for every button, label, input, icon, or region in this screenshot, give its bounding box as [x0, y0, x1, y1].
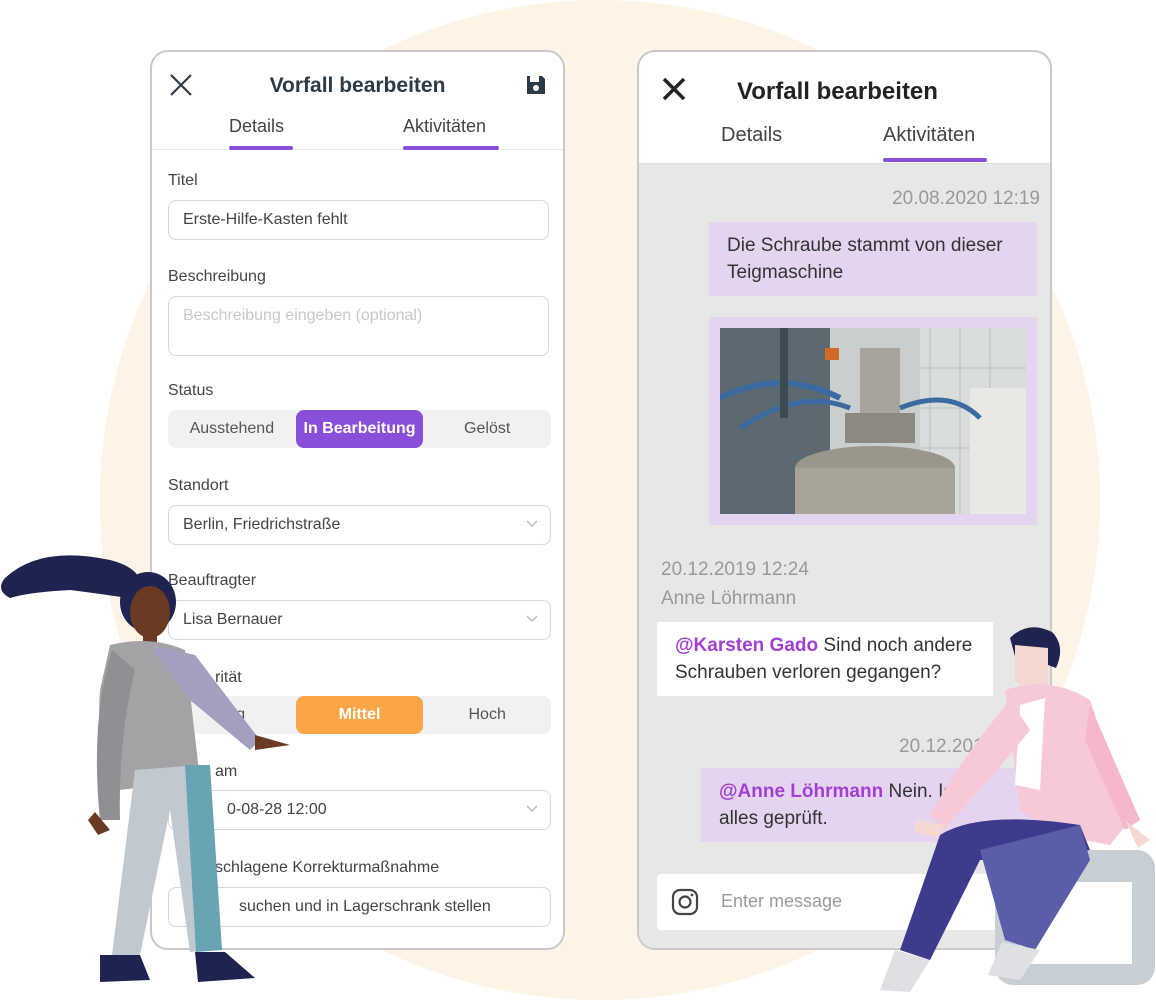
status-label: Status	[168, 382, 214, 399]
message-author: Anne Löhrmann	[661, 588, 797, 609]
message-image-bubble[interactable]	[709, 317, 1037, 525]
mention-link[interactable]: @Karsten Gado	[675, 635, 818, 656]
tab-aktivitaeten-underline	[883, 158, 987, 162]
tab-details[interactable]: Details	[229, 116, 284, 137]
status-option-in-bearbeitung[interactable]: In Bearbeitung	[295, 410, 424, 448]
tab-aktivitaeten[interactable]: Aktivitäten	[883, 124, 975, 147]
tab-details[interactable]: Details	[721, 124, 782, 147]
message-timestamp: 20.12.2019 12:24	[661, 559, 809, 580]
tab-details-underline	[229, 146, 293, 150]
message-bubble: Die Schraube stammt von dieser Teigmasch…	[709, 222, 1037, 296]
chevron-down-icon	[526, 805, 538, 813]
beschreibung-input[interactable]: Beschreibung eingeben (optional)	[168, 296, 549, 356]
page-title: Vorfall bearbeiten	[737, 78, 938, 105]
woman-illustration	[1, 555, 290, 982]
machine-photo	[718, 328, 1026, 514]
message-text: alles geprüft.	[719, 808, 828, 829]
standort-select[interactable]: Berlin, Friedrichstraße	[168, 505, 551, 545]
titel-input[interactable]: Erste-Hilfe-Kasten fehlt	[168, 200, 549, 240]
close-icon[interactable]	[661, 76, 687, 102]
man-illustration	[880, 627, 1155, 992]
header: Vorfall bearbeiten Details Aktivitäten	[639, 52, 1050, 164]
tab-aktivitaeten[interactable]: Aktivitäten	[403, 116, 486, 137]
chevron-down-icon	[526, 615, 538, 623]
standort-value: Berlin, Friedrichstraße	[183, 516, 341, 533]
tab-aktivitaeten-underline	[403, 146, 499, 150]
standort-label: Standort	[168, 477, 229, 494]
save-icon[interactable]	[525, 74, 547, 96]
page-title: Vorfall bearbeiten	[269, 74, 446, 97]
chevron-down-icon	[526, 520, 538, 528]
beschreibung-label: Beschreibung	[168, 268, 266, 285]
prioritaet-option-mittel[interactable]: Mittel	[295, 696, 424, 734]
status-segmented-control: Ausstehend In Bearbeitung Gelöst	[168, 410, 551, 448]
header: Vorfall bearbeiten Details Aktivitäten	[152, 52, 563, 150]
camera-icon[interactable]	[671, 888, 699, 916]
titel-label: Titel	[168, 172, 198, 189]
status-option-ausstehend[interactable]: Ausstehend	[168, 410, 296, 448]
prioritaet-option-hoch[interactable]: Hoch	[423, 696, 551, 734]
status-option-geloest[interactable]: Gelöst	[423, 410, 551, 448]
message-timestamp: 20.08.2020 12:19	[892, 188, 1040, 209]
